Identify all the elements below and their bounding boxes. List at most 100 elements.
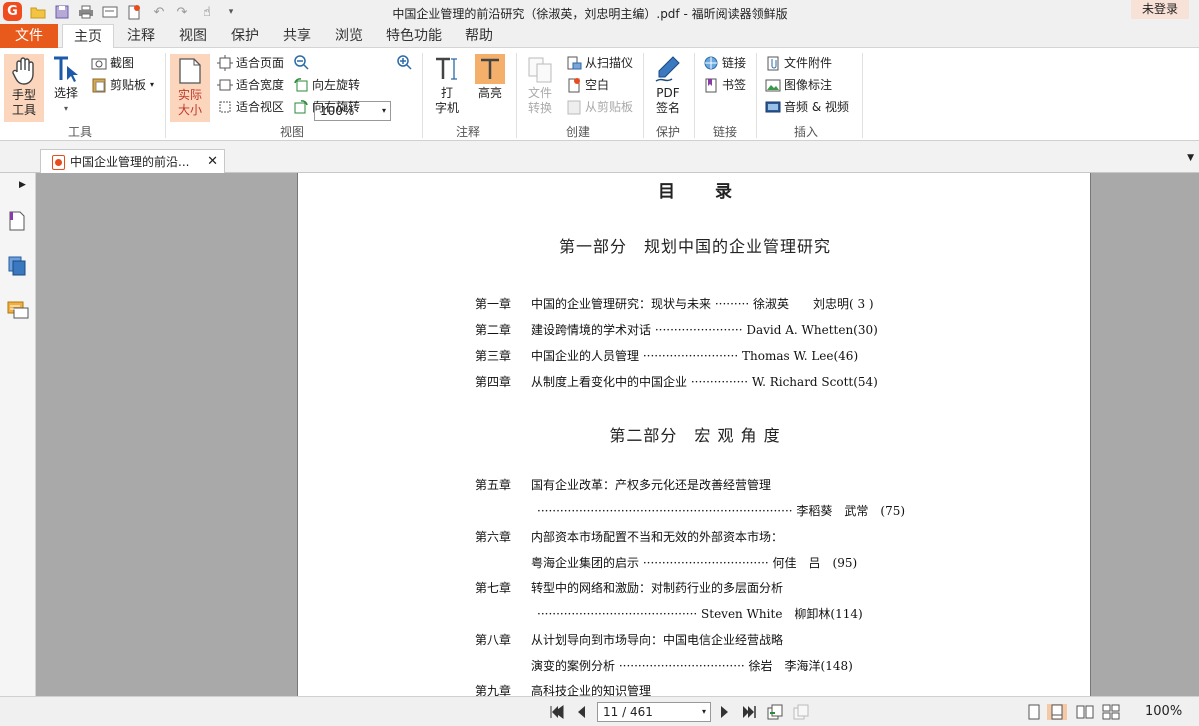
menu-view[interactable]: 视图 xyxy=(170,24,216,48)
title-bar: G ↶ ↷ ☝ ▾ 中国企业管理的前沿研究（徐淑英，刘忠明主编）.pdf - 福… xyxy=(0,0,1199,24)
fit-visible-button[interactable]: 适合视区 xyxy=(217,97,284,117)
previous-page-icon[interactable] xyxy=(573,704,589,720)
separator xyxy=(643,53,644,138)
print-icon[interactable] xyxy=(77,3,95,21)
layers-icon[interactable] xyxy=(8,256,28,281)
fit-page-button[interactable]: 适合页面 xyxy=(217,53,284,73)
typewriter-button[interactable]: 打 字机 xyxy=(430,54,464,116)
zoom-chevron-icon[interactable]: ▾ xyxy=(382,102,386,120)
toc-entry[interactable]: 中国企业的人员管理 ························· Thom… xyxy=(531,347,858,364)
select-button[interactable]: 选择 ▾ xyxy=(50,54,82,116)
clipboard-label: 剪贴板 xyxy=(110,78,147,92)
zoom-in-button[interactable] xyxy=(396,52,415,72)
rotate-left-button[interactable]: 向左旋转 xyxy=(293,75,360,95)
hand-tool-label: 手型 工具 xyxy=(11,88,36,117)
comments-icon[interactable] xyxy=(7,300,29,325)
zoom-percentage[interactable]: 100% xyxy=(1145,704,1182,719)
menu-browse[interactable]: 浏览 xyxy=(326,24,372,48)
undo-icon[interactable]: ↶ xyxy=(150,3,168,21)
rotate-left-icon xyxy=(293,77,309,93)
rotate-left-label: 向左旋转 xyxy=(312,78,361,92)
continuous-page-icon[interactable] xyxy=(1047,704,1067,720)
film-icon xyxy=(765,99,781,115)
blank-button[interactable]: 空白 xyxy=(566,75,609,95)
next-view-icon[interactable] xyxy=(793,704,809,720)
tab-list-chevron-icon[interactable]: ▼ xyxy=(1187,153,1194,163)
toc-entry[interactable]: 中国的企业管理研究：现状与未来 ········· 徐淑英 刘忠明( 3 ) xyxy=(531,295,874,312)
toc-entry[interactable]: 粤海企业集团的启示 ······························… xyxy=(531,554,857,571)
save-icon[interactable] xyxy=(53,3,71,21)
customize-icon[interactable]: ▾ xyxy=(222,3,240,21)
toc-entry[interactable]: 国有企业改革：产权多元化还是改善经营管理 xyxy=(531,476,771,493)
separator xyxy=(422,53,423,138)
menu-comment[interactable]: 注释 xyxy=(118,24,164,48)
menu-features[interactable]: 特色功能 xyxy=(378,24,450,48)
toc-entry[interactable]: 从计划导向到市场导向：中国电信企业经营战略 xyxy=(531,631,783,648)
zoom-out-icon xyxy=(293,54,309,70)
file-convert-button[interactable]: 文件 转换 xyxy=(522,54,558,116)
from-scanner-button[interactable]: 从扫描仪 xyxy=(566,53,633,73)
new-icon[interactable] xyxy=(125,3,143,21)
clipboard-button[interactable]: 剪贴板 ▾ xyxy=(91,75,154,95)
image-annotation-button[interactable]: 图像标注 xyxy=(765,75,832,95)
file-attachment-button[interactable]: 文件附件 xyxy=(765,53,832,73)
next-page-icon[interactable] xyxy=(717,704,733,720)
menu-file[interactable]: 文件 xyxy=(0,24,58,48)
screenshot-button[interactable]: 截图 xyxy=(91,53,134,73)
pdf-sign-button[interactable]: PDF 签名 xyxy=(651,54,685,116)
page-chevron-icon[interactable]: ▾ xyxy=(702,703,706,721)
hand-dropdown-icon[interactable]: ☝ xyxy=(198,3,216,21)
toc-entry[interactable]: 从制度上看变化中的中国企业 ··············· W. Richard… xyxy=(531,373,878,390)
document-viewer[interactable]: 目录 第一部分 规划中国的企业管理研究 第二部分 宏 观 角 度 第一章 中国的… xyxy=(36,173,1199,696)
toc-entry[interactable]: 内部资本市场配置不当和无效的外部资本市场： xyxy=(531,528,783,545)
menu-home[interactable]: 主页 xyxy=(62,24,114,49)
zoom-out-button[interactable] xyxy=(293,52,312,72)
close-tab-icon[interactable]: ✕ xyxy=(207,150,218,174)
menu-share[interactable]: 共享 xyxy=(274,24,320,48)
rotate-right-label: 向右旋转 xyxy=(312,100,361,114)
fit-width-label: 适合宽度 xyxy=(236,78,285,92)
actual-size-button[interactable]: 实际 大小 xyxy=(170,54,210,122)
highlight-icon xyxy=(475,54,505,84)
facing-page-icon[interactable] xyxy=(1075,704,1095,720)
previous-view-icon[interactable] xyxy=(767,704,783,720)
page-number-input[interactable]: 11 / 461 ▾ xyxy=(597,702,711,722)
first-page-icon[interactable] xyxy=(549,704,565,720)
document-tab[interactable]: 中国企业管理的前沿... ✕ xyxy=(40,149,225,174)
link-button[interactable]: 链接 xyxy=(703,53,746,73)
toc-entry[interactable]: 转型中的网络和激励：对制药行业的多层面分析 xyxy=(531,579,783,596)
login-button[interactable]: 未登录 xyxy=(1131,0,1189,19)
single-page-icon[interactable] xyxy=(1026,704,1042,720)
select-label: 选择 xyxy=(53,86,78,100)
from-clipboard-button[interactable]: 从剪贴板 xyxy=(566,97,633,117)
fit-width-button[interactable]: 适合宽度 xyxy=(217,75,284,95)
audio-video-button[interactable]: 音频 & 视频 xyxy=(765,97,849,117)
page-thumbnails-icon[interactable] xyxy=(8,210,26,235)
toc-entry[interactable]: ········································… xyxy=(537,502,905,519)
last-page-icon[interactable] xyxy=(741,704,757,720)
properties-icon[interactable] xyxy=(101,3,119,21)
file-attachment-label: 文件附件 xyxy=(784,56,833,70)
image-icon xyxy=(765,77,781,93)
menu-protect[interactable]: 保护 xyxy=(222,24,268,48)
toc-entry[interactable]: 高科技企业的知识管理 xyxy=(531,682,651,696)
app-logo-icon[interactable]: G xyxy=(3,2,22,21)
toc-entry[interactable]: ········································… xyxy=(537,605,863,622)
toc-entry[interactable]: 建设跨情境的学术对话 ······················· David… xyxy=(531,321,878,338)
open-icon[interactable] xyxy=(29,3,47,21)
pdf-page: 目录 第一部分 规划中国的企业管理研究 第二部分 宏 观 角 度 第一章 中国的… xyxy=(297,173,1091,696)
toc-entry[interactable]: 演变的案例分析 ································… xyxy=(531,657,853,674)
redo-icon[interactable]: ↷ xyxy=(173,3,191,21)
typewriter-icon xyxy=(432,54,462,84)
fit-visible-icon xyxy=(217,99,233,115)
separator xyxy=(165,53,166,138)
toc-chapter: 第五章 xyxy=(475,478,512,492)
highlight-button[interactable]: 高亮 xyxy=(472,54,508,101)
bookmark-button[interactable]: 书签 xyxy=(703,75,746,95)
expand-pane-icon[interactable]: ▶ xyxy=(19,180,26,190)
continuous-facing-icon[interactable] xyxy=(1101,704,1121,720)
rotate-right-button[interactable]: 向右旋转 xyxy=(293,97,360,117)
menu-help[interactable]: 帮助 xyxy=(456,24,502,48)
hand-tool-button[interactable]: 手型 工具 xyxy=(4,54,44,122)
toc-title: 目录 xyxy=(658,182,772,202)
